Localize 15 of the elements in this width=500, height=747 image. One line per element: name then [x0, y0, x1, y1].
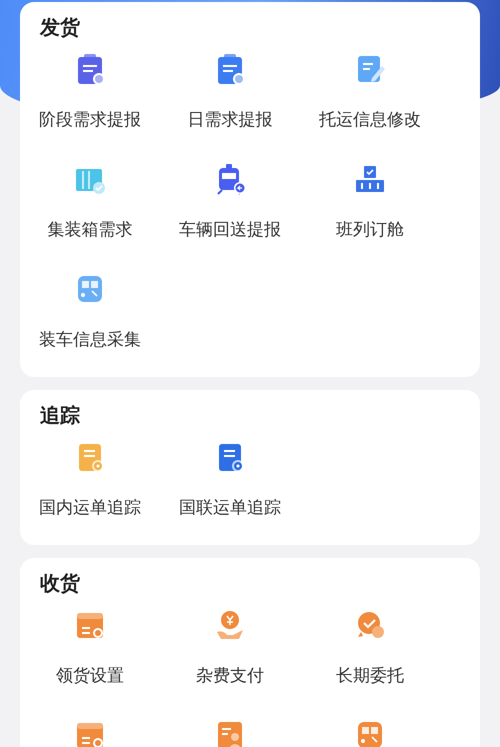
menu-item-label[interactable]: 集装箱需求 [48, 218, 132, 242]
menu-item-label[interactable]: 托运信息修改 [319, 108, 421, 132]
menu-item-label[interactable]: 国内运单追踪 [39, 496, 141, 520]
menu-item-label[interactable]: 日需求提报 [188, 108, 272, 132]
menu-item-label[interactable]: 车辆回送提报 [179, 218, 281, 242]
menu-item-label[interactable]: 班列订舱 [336, 218, 404, 242]
section-title: 收货 [40, 570, 81, 597]
section-title: 追踪 [40, 402, 81, 429]
menu-item-label[interactable]: 阶段需求提报 [39, 108, 141, 132]
section-title: 发货 [40, 14, 81, 41]
menu-item-label[interactable]: 国联运单追踪 [179, 496, 281, 520]
menu-item-label[interactable]: 装车信息采集 [39, 328, 141, 352]
menu-item-label[interactable]: 长期委托 [336, 664, 404, 688]
menu-item-label[interactable]: 领货设置 [56, 664, 124, 688]
menu-item-label[interactable]: 杂费支付 [196, 664, 264, 688]
